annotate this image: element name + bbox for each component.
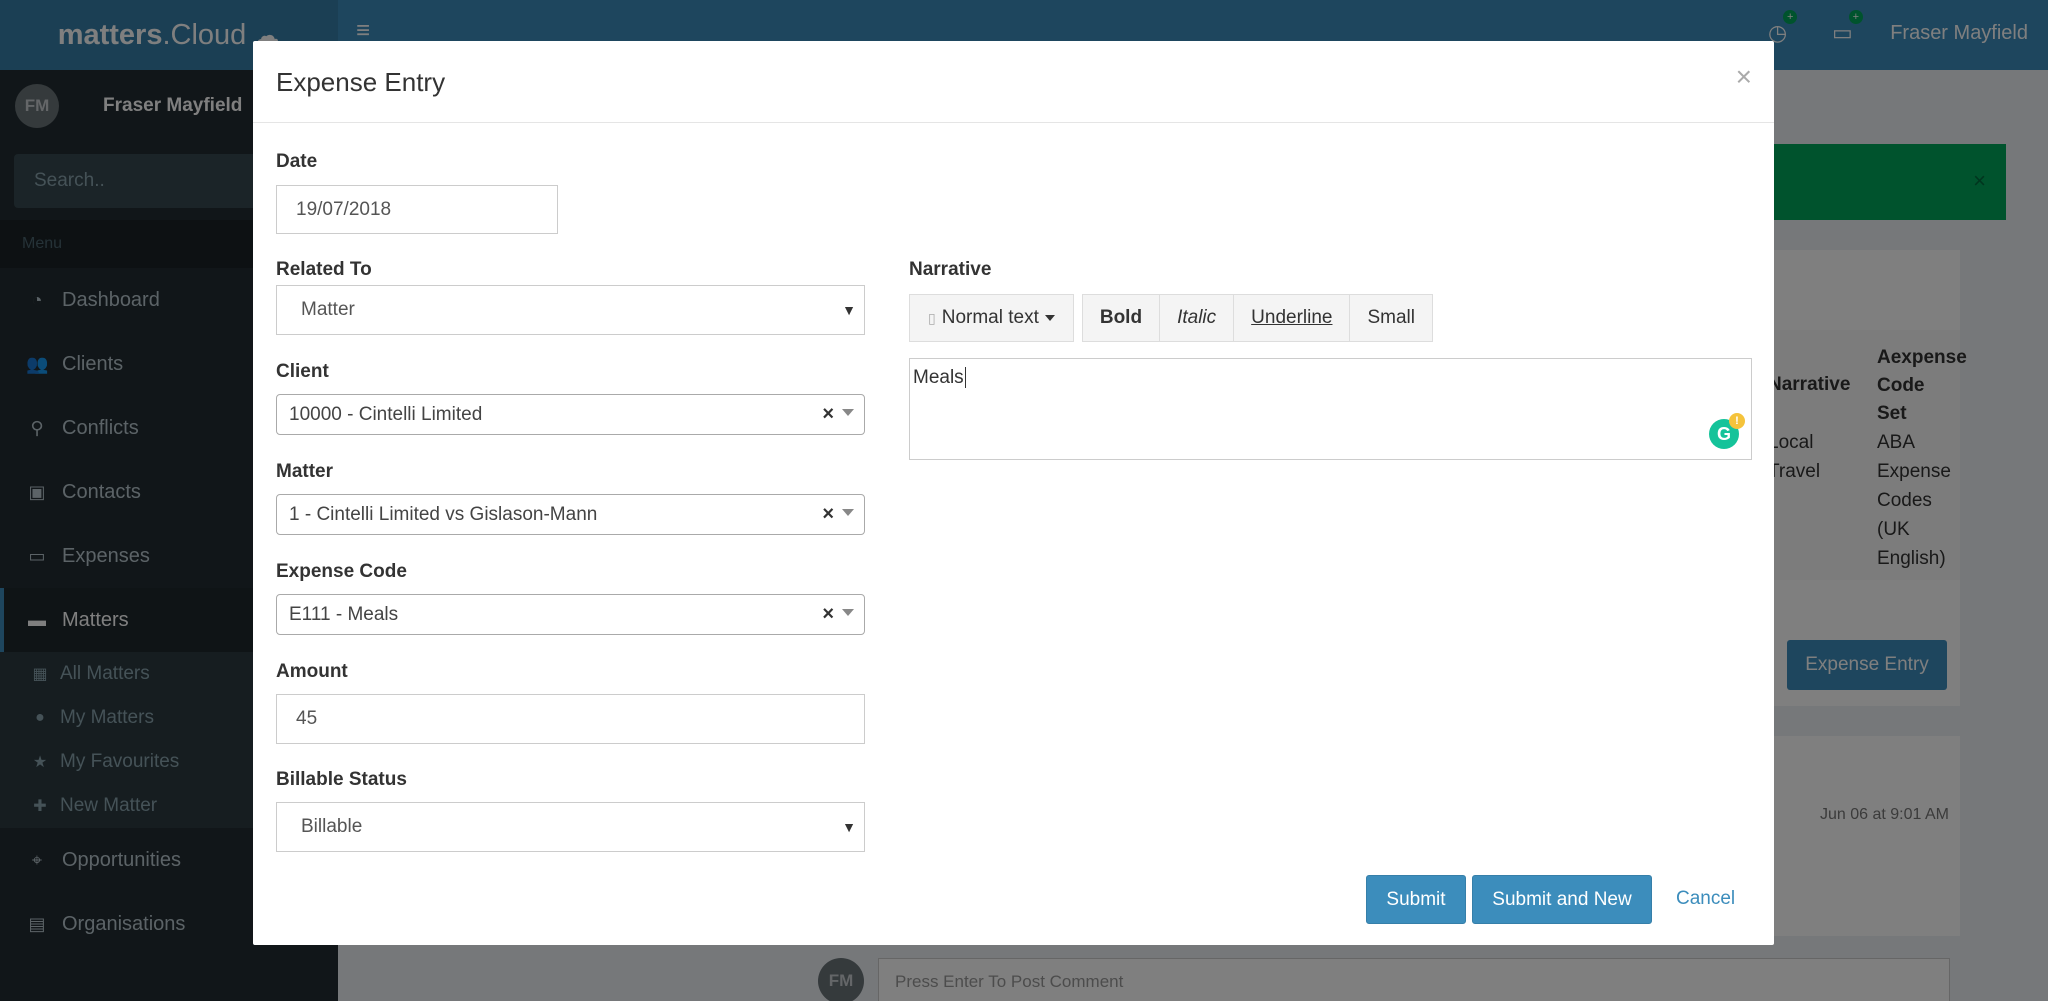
dropdown-arrow-icon: ▼ (842, 302, 856, 318)
amount-field[interactable]: 45 (276, 694, 865, 744)
date-field[interactable]: 19/07/2018 (276, 185, 558, 234)
expense-entry-modal: Expense Entry × Date 19/07/2018 Related … (253, 41, 1774, 945)
matter-label: Matter (276, 461, 334, 482)
modal-header: Expense Entry × (253, 41, 1774, 123)
expense-code-label: Expense Code (276, 561, 407, 582)
matter-select[interactable]: 1 - Cintelli Limited vs Gislason-Mann × (276, 494, 865, 535)
related-to-label: Related To (276, 259, 372, 280)
narrative-label: Narrative (909, 259, 992, 280)
format-button-group: Bold Italic Underline Small (1081, 294, 1433, 342)
client-select[interactable]: 10000 - Cintelli Limited × (276, 394, 865, 435)
billable-status-select[interactable]: Billable ▼ (276, 802, 865, 852)
cancel-button[interactable]: Cancel (1676, 888, 1735, 910)
bold-button[interactable]: Bold (1081, 294, 1161, 342)
editor-toolbar: ▯ Normal text Bold Italic Underline Small (909, 294, 1433, 342)
clear-icon[interactable]: × (822, 603, 834, 626)
close-icon[interactable]: × (1736, 61, 1752, 93)
underline-button[interactable]: Underline (1234, 294, 1351, 342)
client-label: Client (276, 361, 329, 382)
narrative-editor[interactable]: Meals G! (909, 358, 1752, 460)
grammarly-icon[interactable]: G! (1709, 413, 1745, 449)
date-label: Date (276, 151, 318, 172)
chevron-down-icon (842, 609, 854, 616)
expense-code-select[interactable]: E111 - Meals × (276, 594, 865, 635)
clear-icon[interactable]: × (822, 403, 834, 426)
chevron-down-icon (842, 509, 854, 516)
clear-icon[interactable]: × (822, 503, 834, 526)
related-to-select[interactable]: Matter ▼ (276, 285, 865, 335)
submit-and-new-button[interactable]: Submit and New (1472, 875, 1652, 924)
billable-status-label: Billable Status (276, 769, 407, 790)
font-icon: ▯ (928, 309, 936, 326)
chevron-down-icon (842, 409, 854, 416)
italic-button[interactable]: Italic (1160, 294, 1235, 342)
dropdown-arrow-icon: ▼ (842, 819, 856, 835)
caret-down-icon (1044, 315, 1055, 321)
small-button[interactable]: Small (1350, 294, 1433, 342)
amount-label: Amount (276, 661, 348, 682)
text-style-dropdown[interactable]: ▯ Normal text (909, 294, 1074, 342)
submit-button[interactable]: Submit (1366, 875, 1466, 924)
modal-title: Expense Entry (276, 67, 446, 97)
